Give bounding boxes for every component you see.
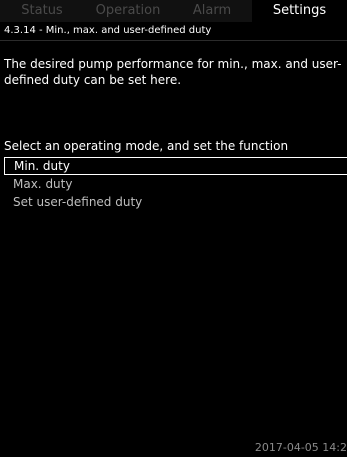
tab-operation[interactable]: Operation (84, 0, 172, 22)
header-divider (0, 40, 347, 41)
description-text: The desired pump performance for min., m… (4, 57, 342, 87)
tab-alarm[interactable]: Alarm (172, 0, 252, 22)
tab-status[interactable]: Status (0, 0, 84, 22)
tab-bar: Status Operation Alarm Settings (0, 0, 347, 22)
select-mode-prompt: Select an operating mode, and set the fu… (4, 139, 289, 153)
tab-settings[interactable]: Settings (252, 0, 347, 22)
option-max-duty[interactable]: Max. duty (0, 175, 347, 193)
option-set-user-defined-duty[interactable]: Set user-defined duty (0, 193, 347, 211)
operating-mode-list: Min. duty Max. duty Set user-defined dut… (0, 157, 347, 211)
date-time-readout: 2017-04-05 14:2 (254, 441, 347, 454)
breadcrumb: 4.3.14 - Min., max. and user-defined dut… (4, 25, 212, 36)
controller-screen: Status Operation Alarm Settings 4.3.14 -… (0, 0, 347, 457)
option-min-duty[interactable]: Min. duty (4, 157, 347, 175)
